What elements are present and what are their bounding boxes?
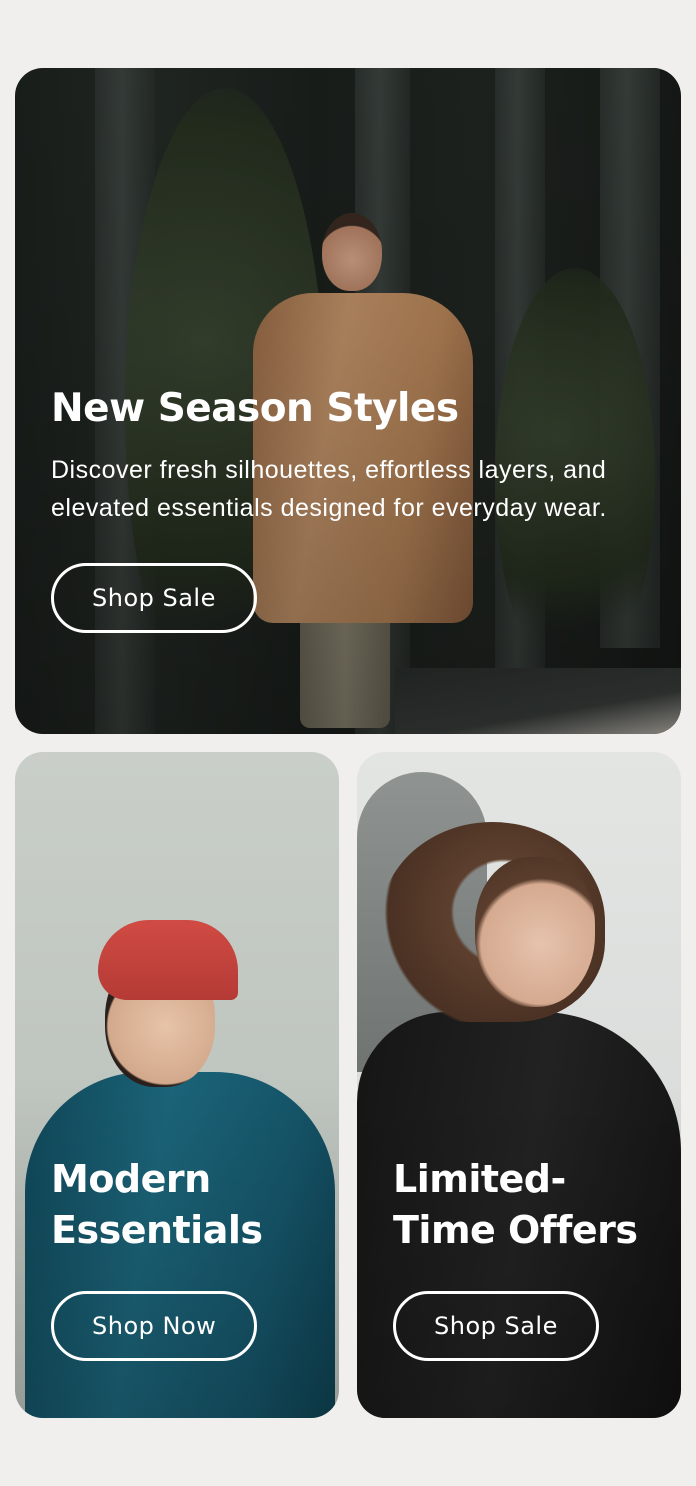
- hero-title: New Season Styles: [51, 386, 459, 431]
- promo-card-modern-essentials: Modern Essentials Shop Now: [15, 752, 339, 1418]
- hero-shop-sale-button[interactable]: Shop Sale: [51, 562, 257, 633]
- card-title: Limited-Time Offers: [393, 1157, 638, 1253]
- hero-banner: New Season Styles Discover fresh silhoue…: [15, 68, 681, 734]
- card-content: Limited-Time Offers Shop Sale: [393, 1154, 657, 1361]
- hero-description: Discover fresh silhouettes, effortless l…: [51, 455, 607, 522]
- hero-content: New Season Styles Discover fresh silhoue…: [51, 386, 641, 633]
- card-content: Modern Essentials Shop Now: [51, 1154, 315, 1361]
- card-title: Modern Essentials: [51, 1157, 263, 1253]
- shop-sale-button[interactable]: Shop Sale: [393, 1290, 599, 1361]
- promo-card-limited-time-offers: Limited-Time Offers Shop Sale: [357, 752, 681, 1418]
- shop-now-button[interactable]: Shop Now: [51, 1290, 258, 1361]
